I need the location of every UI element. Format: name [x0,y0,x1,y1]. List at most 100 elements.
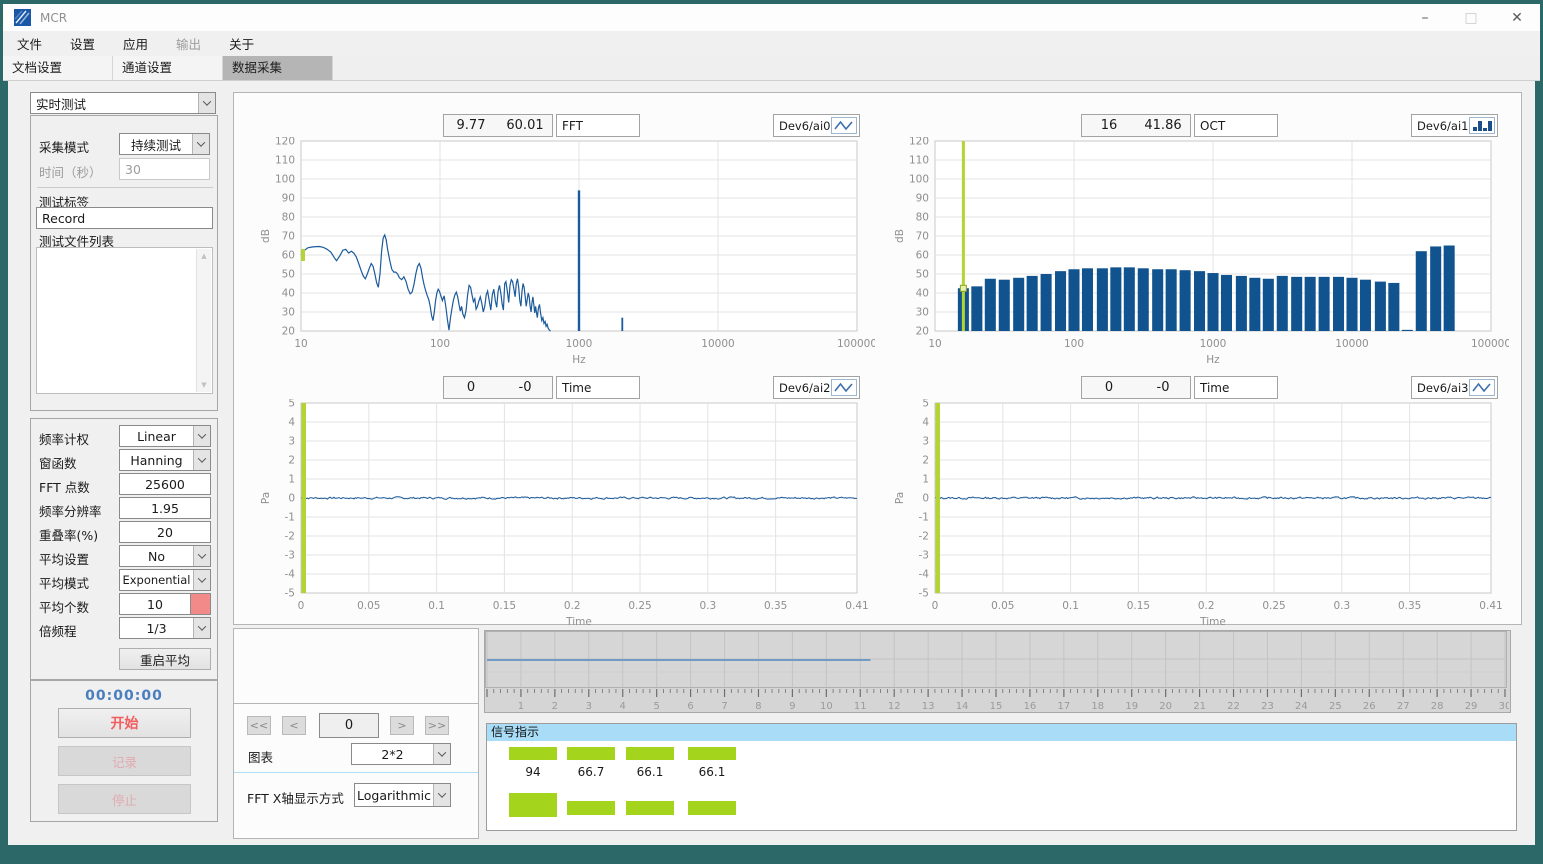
oct-type-box[interactable]: OCT [1194,114,1278,137]
time3-channel-box[interactable]: Dev6/ai3 [1411,376,1498,399]
svg-text:50: 50 [282,269,295,281]
tab-data-acquisition[interactable]: 数据采集 [223,56,333,80]
octave-select[interactable]: 1/3 [119,617,211,639]
avg-setting-label: 平均设置 [39,549,89,568]
scroll-up-icon[interactable]: ▲ [197,249,211,263]
svg-text:0.2: 0.2 [1198,600,1215,612]
nav-next-button[interactable]: > [390,716,414,735]
record-timeline-panel[interactable]: 1234567891011121314151617181920212223242… [484,630,1511,713]
menu-settings[interactable]: 设置 [56,34,109,53]
svg-text:11: 11 [854,701,867,712]
tab-document-settings[interactable]: 文档设置 [3,56,113,80]
signal-value: 94 [509,765,557,779]
signal-status-bar [688,801,736,815]
oct-channel-box[interactable]: Dev6/ai1 [1411,114,1498,137]
start-button[interactable]: 开始 [58,708,191,738]
svg-text:5: 5 [288,399,295,410]
maximize-button[interactable]: □ [1448,4,1494,31]
svg-text:25: 25 [1329,701,1342,712]
menu-about[interactable]: 关于 [215,34,268,53]
freq-resolution-input[interactable]: 1.95 [119,497,211,519]
file-list-scrollbar[interactable]: ▲ ▼ [196,249,211,392]
overlap-input[interactable]: 20 [119,521,211,543]
svg-text:2: 2 [552,701,558,712]
cursor-y-value: -0 [498,380,552,395]
freq-weighting-label: 频率计权 [39,429,89,448]
menu-file[interactable]: 文件 [3,34,56,53]
signal-level-bar [567,747,615,760]
time3-type-box[interactable]: Time [1194,376,1278,399]
scroll-down-icon[interactable]: ▼ [197,378,211,392]
svg-text:5: 5 [922,399,929,410]
svg-text:26: 26 [1363,701,1376,712]
svg-text:Time: Time [1199,616,1226,628]
svg-text:10: 10 [820,701,833,712]
fft-channel-box[interactable]: Dev6/ai0 [773,114,860,137]
signal-value: 66.7 [567,765,615,779]
menu-application[interactable]: 应用 [109,34,162,53]
signal-level-bar [509,747,557,760]
fft-chart[interactable]: 2030405060708090100110120101001000100001… [255,137,875,367]
oct-chart[interactable]: 2030405060708090100110120101001000100001… [889,137,1509,367]
svg-text:5: 5 [653,701,659,712]
test-mode-select[interactable]: 实时测试 [30,92,216,114]
nav-first-button[interactable]: << [247,716,271,735]
svg-text:Pa: Pa [894,492,906,504]
svg-text:0: 0 [298,600,305,612]
bar-chart-icon [1469,117,1495,134]
svg-text:120: 120 [909,137,929,148]
fft-type-box[interactable]: FFT [556,114,640,137]
signal-level-bar [626,747,674,760]
chevron-down-icon [198,93,215,113]
svg-text:0.25: 0.25 [628,600,651,612]
chart-layout-select[interactable]: 2*2 [351,743,451,765]
tab-channel-settings[interactable]: 通道设置 [113,56,223,80]
svg-text:90: 90 [282,193,295,205]
svg-text:0.35: 0.35 [764,600,787,612]
svg-text:40: 40 [282,288,295,300]
title-bar: MCR – □ ✕ [3,4,1540,31]
test-label-input[interactable]: Record [36,207,213,229]
acq-mode-select[interactable]: 持续测试 [119,133,210,155]
svg-text:0.1: 0.1 [428,600,445,612]
close-button[interactable]: ✕ [1494,4,1540,31]
chevron-down-icon [193,618,210,638]
cursor-x-value: 16 [1082,118,1136,133]
svg-text:1000: 1000 [566,338,593,350]
time-chart-ai2[interactable]: -5-4-3-2-101234500.050.10.150.20.250.30.… [255,399,875,629]
svg-text:100: 100 [430,338,450,350]
avg-count-input[interactable]: 10 [119,593,211,615]
cursor-y-value: 60.01 [498,118,552,133]
fft-points-input[interactable]: 25600 [119,473,211,495]
nav-last-button[interactable]: >> [425,716,449,735]
chart-layout-label: 图表 [248,747,273,766]
svg-text:2: 2 [288,455,295,467]
timeline-ruler[interactable]: 1234567891011121314151617181920212223242… [485,631,1509,712]
svg-text:-4: -4 [919,569,930,581]
avg-mode-select[interactable]: Exponential [119,569,211,591]
time-chart-ai3[interactable]: -5-4-3-2-101234500.050.10.150.20.250.30.… [889,399,1509,629]
svg-text:1: 1 [288,474,295,486]
avg-setting-select[interactable]: No [119,545,211,567]
window-title: MCR [40,11,67,25]
svg-text:12: 12 [888,701,901,712]
line-chart-icon [831,379,857,396]
svg-text:4: 4 [288,417,295,429]
time2-type-box[interactable]: Time [556,376,640,399]
svg-text:20: 20 [282,326,295,338]
freq-weighting-select[interactable]: Linear [119,425,211,447]
svg-text:120: 120 [275,137,295,148]
minimize-button[interactable]: – [1402,4,1448,31]
time2-channel-box[interactable]: Dev6/ai2 [773,376,860,399]
fft-xaxis-mode-select[interactable]: Logarithmic [354,783,451,807]
channel-name: Dev6/ai3 [1417,381,1469,395]
test-file-list[interactable]: ▲ ▼ [36,247,213,394]
window-func-select[interactable]: Hanning [119,449,211,471]
page-index-box[interactable]: 0 [319,713,379,738]
nav-prev-button[interactable]: < [282,716,306,735]
fft-cursor-readout: 9.77 60.01 [443,114,553,137]
svg-text:110: 110 [275,155,295,167]
acq-mode-label: 采集模式 [39,137,89,156]
svg-text:-1: -1 [919,512,929,524]
restart-average-button[interactable]: 重启平均 [119,648,211,670]
